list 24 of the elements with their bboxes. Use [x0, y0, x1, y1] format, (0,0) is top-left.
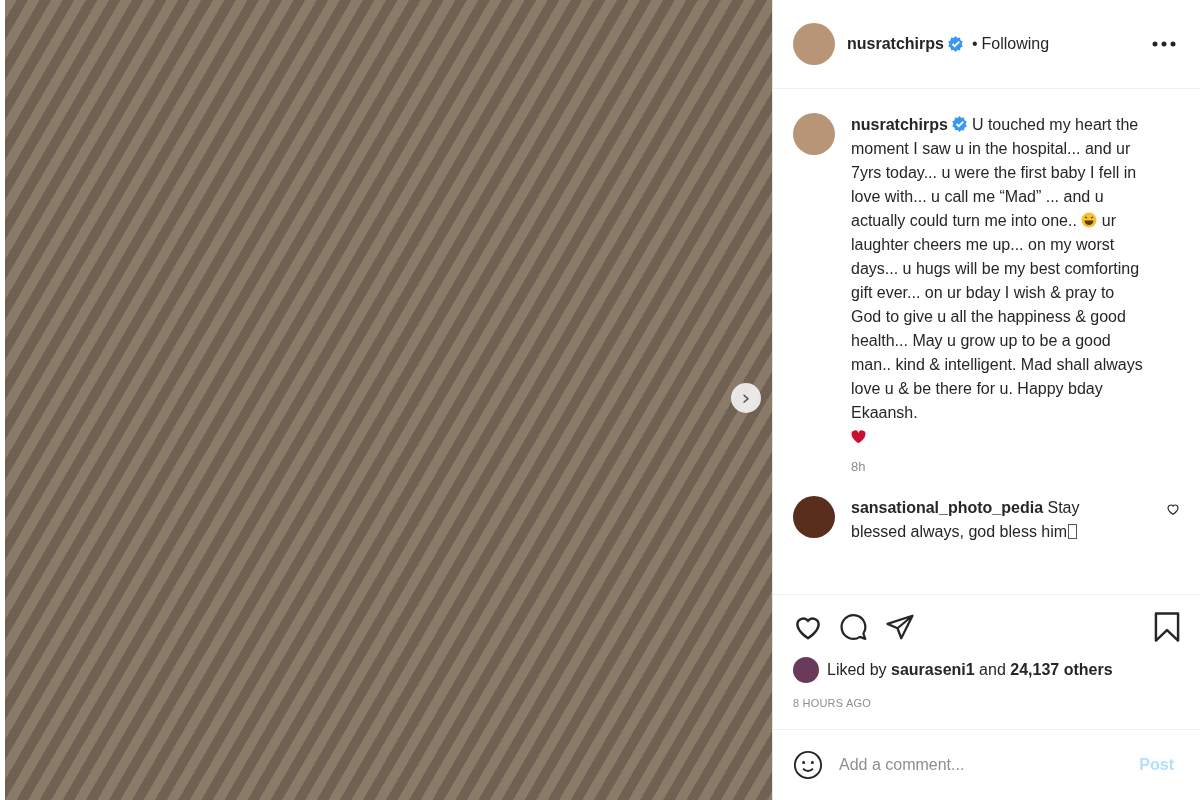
post-age: 8h	[851, 459, 867, 474]
emoji-icon[interactable]	[793, 750, 823, 780]
verified-badge-icon	[947, 36, 964, 52]
laughing-emoji-icon	[1081, 212, 1098, 228]
avatar[interactable]	[793, 657, 819, 683]
heart-emoji-icon	[851, 430, 866, 444]
username-link[interactable]: nusratchirps	[847, 35, 944, 53]
comment-text: sansational_photo_pedia Stay blessed always, god bless him	[851, 498, 1081, 542]
save-button[interactable]	[1152, 611, 1182, 643]
following-status[interactable]: Following	[981, 35, 1050, 53]
likes-summary: Liked by sauraseni1 and 24,137 others	[827, 661, 1113, 679]
caption-text: nusratchirps U touched my heart the moment I saw u in the hospital... and ur 7yrs today... u were the first baby I fell in love with... u call me “Mad” ... and u actually could turn me into one.. ur laughter cheers me up... on my worst days... u hugs will be my best comforting gift ever... on ur bday I wish & pray to God to give u all the happiness & good health... May u grow up to be a good man.. kind & intelligent. Mad shall always love u & be there for u. Happy bday Ekaansh.	[851, 113, 1143, 449]
separator-dot: •	[971, 35, 978, 53]
avatar[interactable]	[793, 496, 835, 538]
like-comment-button[interactable]	[1166, 502, 1180, 516]
post-timestamp: 8 HOURS AGO	[773, 689, 1200, 730]
more-options-icon[interactable]	[1152, 41, 1176, 47]
username-link[interactable]: nusratchirps	[851, 116, 948, 133]
username-link[interactable]: sansational_photo_pedia	[851, 499, 1044, 516]
missing-glyph-icon	[1068, 524, 1078, 539]
comment-button[interactable]	[839, 612, 869, 642]
share-button[interactable]	[885, 612, 915, 642]
verified-badge-icon	[951, 116, 968, 132]
username-link[interactable]: sauraseni1	[891, 661, 975, 678]
